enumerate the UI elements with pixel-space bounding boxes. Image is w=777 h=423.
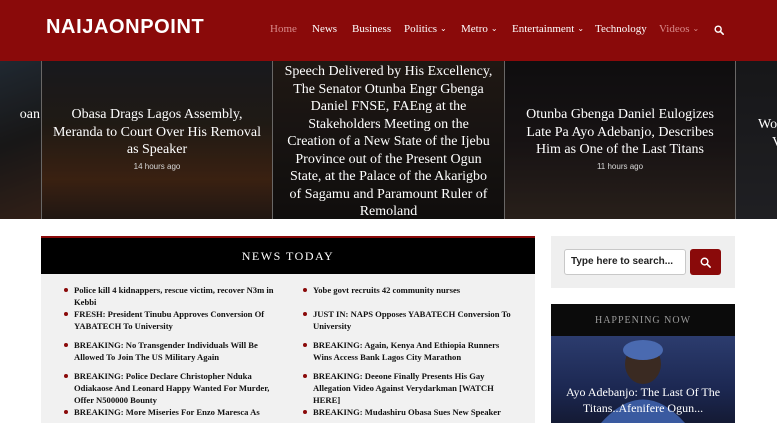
site-logo[interactable]: NAIJAONPOINT: [46, 16, 204, 39]
happening-now-header: HAPPENING NOW: [551, 304, 735, 336]
happening-now-story[interactable]: Ayo Adebanjo: The Last Of The Titans..Af…: [557, 384, 729, 416]
sidebar-search-widget: Type here to search...: [551, 236, 735, 288]
search-icon[interactable]: [714, 25, 724, 35]
search-button[interactable]: [690, 249, 721, 275]
happening-now-widget: HAPPENING NOW Ayo Adebanjo: The Last Of …: [551, 304, 735, 423]
bullet-icon: [303, 312, 307, 316]
news-item[interactable]: Police kill 4 kidnappers, rescue victim,…: [64, 284, 274, 308]
chevron-down-icon: ⌄: [692, 24, 700, 33]
slide-timestamp: 11 hours ago: [596, 162, 644, 171]
news-item[interactable]: BREAKING: No Transgender Individuals Wil…: [64, 339, 274, 363]
news-item[interactable]: BREAKING: Mudashiru Obasa Sues New Speak…: [303, 406, 513, 418]
news-today-title: NEWS TODAY: [241, 249, 335, 263]
slide-title-partial: Wo: [758, 117, 777, 132]
bullet-icon: [64, 343, 68, 347]
slide-title[interactable]: Obasa Drags Lagos Assembly, Meranda to C…: [42, 106, 272, 159]
news-item[interactable]: Yobe govt recruits 42 community nurses: [303, 284, 513, 296]
slide-title[interactable]: Otunba Gbenga Daniel Eulogizes Late Pa A…: [505, 106, 735, 159]
slide-title-partial: V: [736, 134, 777, 152]
bullet-icon: [64, 410, 68, 414]
nav-technology[interactable]: Technology: [595, 23, 647, 35]
bullet-icon: [64, 312, 68, 316]
news-today-widget: NEWS TODAY Police kill 4 kidnappers, res…: [41, 236, 535, 423]
slide-partial-left[interactable]: oan: [0, 61, 41, 219]
slide-timestamp: 14 hours ago: [133, 162, 181, 171]
nav-business[interactable]: Business: [352, 23, 391, 35]
news-item[interactable]: FRESH: President Tinubu Approves Convers…: [64, 308, 274, 332]
bullet-icon: [303, 410, 307, 414]
happening-now-title: HAPPENING NOW: [594, 315, 692, 326]
nav-news[interactable]: News: [312, 23, 337, 35]
slide-title[interactable]: Speech Delivered by His Excellency, The …: [273, 63, 504, 219]
news-item[interactable]: BREAKING: More Miseries For Enzo Maresca…: [64, 406, 274, 418]
search-input[interactable]: Type here to search...: [564, 249, 686, 275]
news-today-header: NEWS TODAY: [41, 236, 535, 274]
nav-metro[interactable]: Metro ⌄: [461, 23, 498, 35]
site-header: NAIJAONPOINT Home News Business Politics…: [0, 0, 777, 61]
chevron-down-icon: ⌄: [577, 24, 585, 33]
bullet-icon: [303, 374, 307, 378]
nav-videos[interactable]: Videos ⌄: [659, 23, 699, 35]
chevron-down-icon: ⌄: [440, 24, 447, 33]
nav-home[interactable]: Home: [270, 23, 297, 35]
bullet-icon: [303, 288, 307, 292]
nav-politics[interactable]: Politics ⌄: [404, 23, 447, 35]
bullet-icon: [64, 374, 68, 378]
slide-adebanjo[interactable]: Otunba Gbenga Daniel Eulogizes Late Pa A…: [505, 61, 735, 219]
chevron-down-icon: ⌄: [490, 24, 498, 33]
nav-entertainment[interactable]: Entertainment ⌄: [512, 23, 584, 35]
slide-obasa[interactable]: Obasa Drags Lagos Assembly, Meranda to C…: [42, 61, 272, 219]
slide-speech[interactable]: Speech Delivered by His Excellency, The …: [273, 61, 504, 219]
search-icon: [700, 257, 711, 268]
bullet-icon: [64, 288, 68, 292]
bullet-icon: [303, 343, 307, 347]
news-item[interactable]: BREAKING: Again, Kenya And Ethiopia Runn…: [303, 339, 513, 363]
news-item[interactable]: BREAKING: Police Declare Christopher Ndu…: [64, 370, 274, 406]
news-item[interactable]: BREAKING: Deeone Finally Presents His Ga…: [303, 370, 513, 406]
slide-partial-right[interactable]: Wo V: [736, 61, 777, 219]
news-item[interactable]: JUST IN: NAPS Opposes YABATECH Conversio…: [303, 308, 513, 332]
slide-title-partial: oan: [19, 107, 40, 122]
featured-slider: oan Obasa Drags Lagos Assembly, Meranda …: [0, 61, 777, 219]
